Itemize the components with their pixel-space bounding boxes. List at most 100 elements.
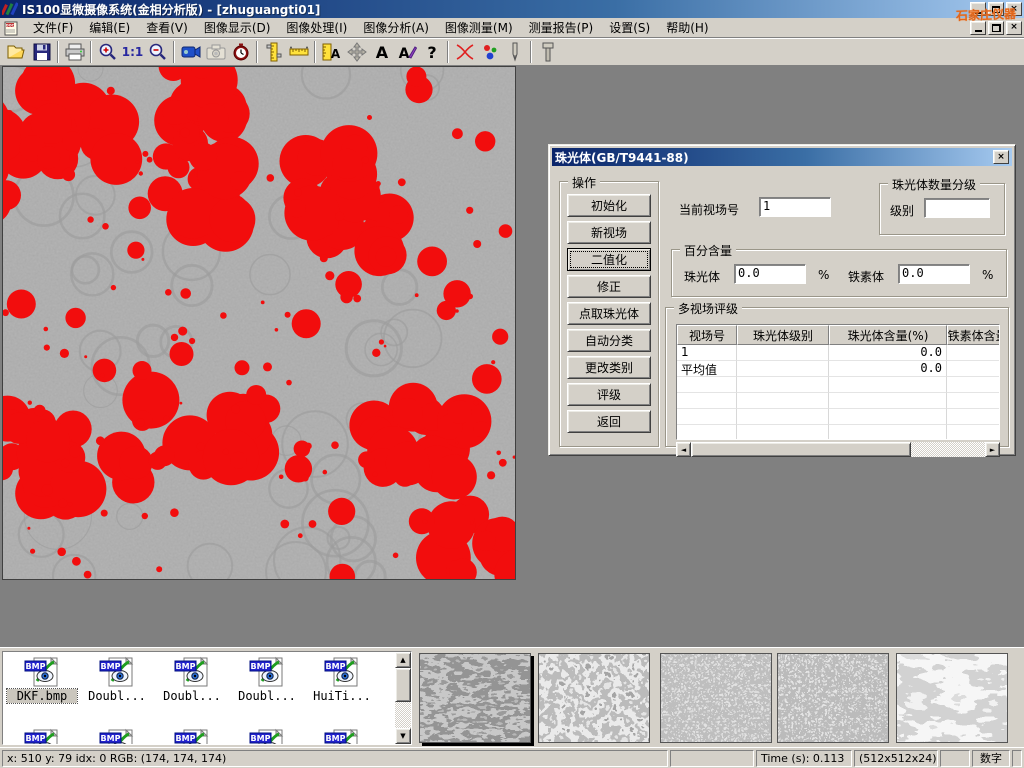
file-label[interactable]: Doubl...	[82, 689, 152, 703]
video-capture-icon[interactable]	[178, 40, 203, 64]
color-classify-icon[interactable]	[477, 40, 502, 64]
scrollbar-thumb[interactable]	[691, 442, 911, 457]
table-row[interactable]: 10.0	[677, 345, 1000, 361]
zoom-out-icon[interactable]	[145, 40, 170, 64]
file-label[interactable]: Doubl...	[157, 689, 227, 703]
pearlite-dialog: 珠光体(GB/T9441-88) × 操作 初始化 新视场 二值化 修正 点取珠…	[548, 144, 1016, 456]
app-icon	[2, 2, 18, 16]
table-horizontal-scrollbar[interactable]: ◄ ►	[676, 442, 1000, 457]
file-item[interactable]: HuiTi...	[307, 656, 377, 703]
file-browser-panel[interactable]: DKF.bmp Doubl... Doubl... Doubl... HuiTi…	[2, 651, 412, 745]
camera-capture-icon[interactable]	[203, 40, 228, 64]
probe-tool-icon[interactable]	[535, 40, 560, 64]
menu-help[interactable]: 帮助(H)	[658, 17, 716, 38]
zoom-in-icon[interactable]	[95, 40, 120, 64]
auto-classify-button[interactable]: 自动分类	[567, 329, 651, 352]
child-minimize-button[interactable]	[970, 21, 986, 35]
return-button[interactable]: 返回	[567, 410, 651, 433]
col-ferrite-pct[interactable]: 铁素体含量(%)	[947, 325, 1000, 345]
window-title: IS100显微摄像系统(金相分析版) - [zhuguangti01]	[22, 1, 320, 18]
scroll-right-icon[interactable]: ►	[985, 442, 1000, 457]
grade-label: 级别	[890, 202, 914, 219]
file-item[interactable]: Doubl...	[232, 656, 302, 703]
caliper-measure-icon[interactable]	[261, 40, 286, 64]
scrollbar-thumb[interactable]	[395, 668, 411, 702]
pearlite-percent-label: 珠光体	[684, 268, 720, 285]
ruler-measure-icon[interactable]	[286, 40, 311, 64]
menu-image-measure[interactable]: 图像测量(M)	[437, 17, 521, 38]
table-row[interactable]: 平均值0.0	[677, 361, 1000, 377]
timer-icon[interactable]	[228, 40, 253, 64]
child-close-button[interactable]: ×	[1006, 21, 1022, 35]
file-label[interactable]: HuiTi...	[307, 689, 377, 703]
help-icon[interactable]: ?	[419, 40, 444, 64]
move-cross-icon[interactable]	[344, 40, 369, 64]
file-label[interactable]: Doubl...	[232, 689, 302, 703]
file-item[interactable]	[82, 728, 152, 745]
file-label[interactable]: DKF.bmp	[7, 689, 77, 703]
file-item[interactable]	[7, 728, 77, 745]
scroll-down-icon[interactable]: ▼	[395, 728, 411, 744]
menu-view[interactable]: 查看(V)	[138, 17, 196, 38]
menu-edit[interactable]: 编辑(E)	[81, 17, 138, 38]
save-file-icon[interactable]	[29, 40, 54, 64]
print-icon[interactable]	[62, 40, 87, 64]
rating-table[interactable]: 视场号 珠光体级别 珠光体含量(%) 铁素体含量(%) 10.0 平均值0.0	[676, 324, 1000, 440]
menu-file[interactable]: 文件(F)	[25, 17, 81, 38]
menu-image-analysis[interactable]: 图像分析(A)	[355, 17, 437, 38]
file-item[interactable]: Doubl...	[82, 656, 152, 703]
file-item[interactable]: Doubl...	[157, 656, 227, 703]
col-pearlite-pct[interactable]: 珠光体含量(%)	[829, 325, 947, 345]
file-vertical-scrollbar[interactable]: ▲ ▼	[395, 652, 411, 744]
table-row[interactable]	[677, 425, 1000, 440]
col-field-no[interactable]: 视场号	[677, 325, 737, 345]
minimize-button[interactable]	[970, 2, 986, 16]
current-field-input[interactable]: 1	[759, 197, 831, 217]
menu-image-display[interactable]: 图像显示(D)	[196, 17, 279, 38]
new-field-button[interactable]: 新视场	[567, 221, 651, 244]
thumbnail-3[interactable]	[660, 653, 772, 743]
pen-tool-icon[interactable]	[502, 40, 527, 64]
thumbnail-2[interactable]	[538, 653, 650, 743]
init-button[interactable]: 初始化	[567, 194, 651, 217]
close-button[interactable]: ×	[1006, 2, 1022, 16]
pearlite-percent-input[interactable]: 0.0	[734, 264, 806, 284]
edit-annotate-icon[interactable]: A	[394, 40, 419, 64]
curve-tool-icon[interactable]	[452, 40, 477, 64]
scroll-up-icon[interactable]: ▲	[395, 652, 411, 668]
dialog-title-bar[interactable]: 珠光体(GB/T9441-88) ×	[552, 148, 1012, 166]
col-pearlite-grade[interactable]: 珠光体级别	[737, 325, 829, 345]
toolbar-separator	[447, 41, 449, 63]
scroll-left-icon[interactable]: ◄	[676, 442, 691, 457]
ferrite-percent-input[interactable]: 0.0	[898, 264, 970, 284]
child-restore-button[interactable]	[988, 21, 1004, 35]
actual-size-icon[interactable]: 1:1	[120, 40, 145, 64]
table-row[interactable]	[677, 393, 1000, 409]
rate-button[interactable]: 评级	[567, 383, 651, 406]
title-bar[interactable]: IS100显微摄像系统(金相分析版) - [zhuguangti01] ×	[0, 0, 1024, 18]
file-item[interactable]	[232, 728, 302, 745]
thumbnail-1[interactable]	[419, 653, 531, 743]
cursor-position-status: x: 510 y: 79 idx: 0 RGB: (174, 174, 174)	[2, 750, 668, 767]
thumbnail-5[interactable]	[896, 653, 1008, 743]
correct-button[interactable]: 修正	[567, 275, 651, 298]
menu-settings[interactable]: 设置(S)	[601, 17, 658, 38]
grade-input[interactable]	[924, 198, 990, 218]
menu-measure-report[interactable]: 测量报告(P)	[521, 17, 602, 38]
file-item[interactable]	[307, 728, 377, 745]
pick-pearlite-button[interactable]: 点取珠光体	[567, 302, 651, 325]
file-item[interactable]	[157, 728, 227, 745]
menu-image-process[interactable]: 图像处理(I)	[278, 17, 355, 38]
text-annotate-icon[interactable]: A	[369, 40, 394, 64]
maximize-button[interactable]	[988, 2, 1004, 16]
change-class-button[interactable]: 更改类别	[567, 356, 651, 379]
open-file-icon[interactable]	[4, 40, 29, 64]
calibrate-ruler-icon[interactable]: A	[319, 40, 344, 64]
file-item[interactable]: DKF.bmp	[7, 656, 77, 703]
dialog-close-button[interactable]: ×	[993, 150, 1009, 164]
table-row[interactable]	[677, 409, 1000, 425]
binarize-button[interactable]: 二值化	[567, 248, 651, 271]
table-row[interactable]	[677, 377, 1000, 393]
specimen-image[interactable]	[2, 66, 516, 580]
thumbnail-4[interactable]	[777, 653, 889, 743]
